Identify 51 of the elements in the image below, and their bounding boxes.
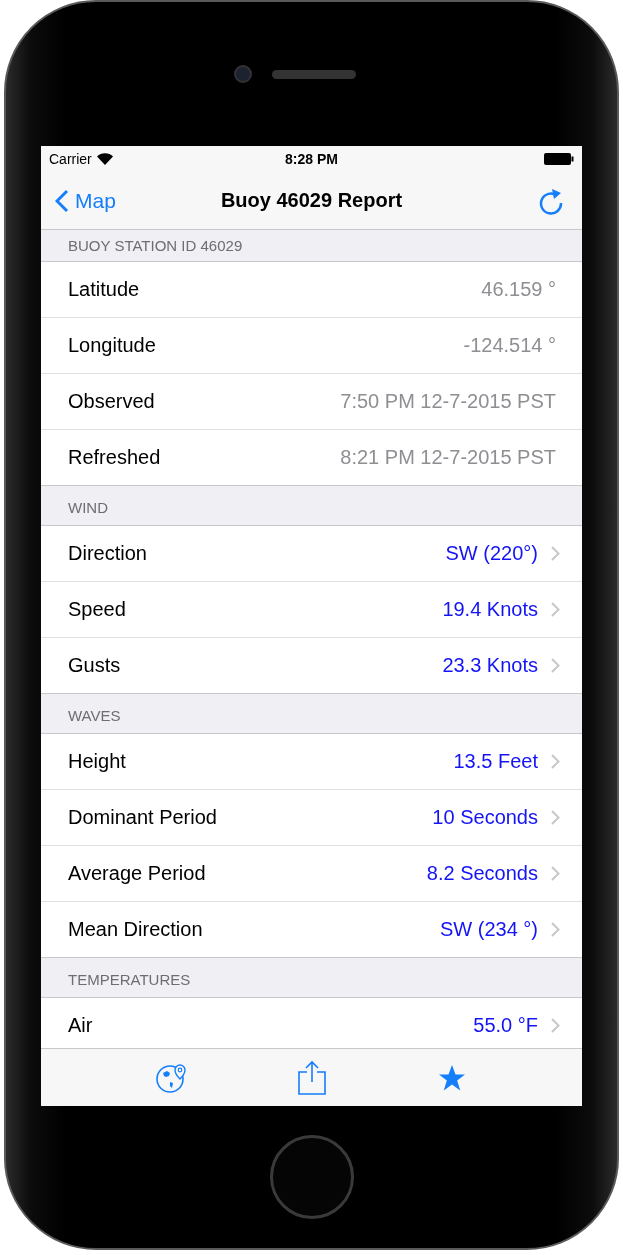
- share-icon: [297, 1059, 328, 1096]
- row-value: SW (220°): [445, 542, 538, 565]
- globe-pin-icon: [155, 1061, 188, 1094]
- row-label: Average Period: [68, 862, 206, 885]
- row-value: 8.2 Seconds: [426, 862, 538, 885]
- chevron-icon: [551, 866, 560, 881]
- chevron-icon: [551, 754, 560, 769]
- wifi-icon: [96, 153, 113, 165]
- section-header: TEMPERATURES: [68, 971, 191, 988]
- chevron-icon: [551, 922, 560, 937]
- table-row[interactable]: Direction SW (220°): [41, 526, 582, 582]
- chevron-icon: [551, 602, 560, 617]
- row-label: Gusts: [68, 654, 121, 677]
- row-value: 7:50 PM 12-7-2015 PST: [340, 390, 556, 413]
- row-value: 23.3 Knots: [442, 654, 538, 677]
- row-value: 55.0 °F: [473, 1014, 538, 1037]
- row-value: -124.514 °: [463, 334, 556, 357]
- chevron-icon: [551, 658, 560, 673]
- row-label: Mean Direction: [68, 918, 203, 941]
- row-label: Observed: [68, 390, 155, 413]
- row-label: Direction: [68, 542, 147, 565]
- carrier-name: Carrier: [49, 151, 92, 167]
- section-header: WAVES: [68, 707, 121, 724]
- back-button[interactable]: Map: [55, 188, 175, 213]
- row-label: Latitude: [68, 278, 140, 301]
- section-header: WIND: [68, 499, 108, 516]
- section-header: BUOY STATION ID 46029: [68, 237, 243, 254]
- status-time: 8:28 PM: [285, 151, 338, 167]
- battery-icon: [544, 153, 574, 165]
- chevron-icon: [551, 810, 560, 825]
- table-row[interactable]: Speed 19.4 Knots: [41, 582, 582, 638]
- row-label: Longitude: [68, 334, 156, 357]
- table-row[interactable]: Height 13.5 Feet: [41, 734, 582, 790]
- row-value: 10 Seconds: [432, 806, 538, 829]
- table-row[interactable]: Dominant Period 10 Seconds: [41, 790, 582, 846]
- row-value: 13.5 Feet: [453, 750, 538, 773]
- row-value: 19.4 Knots: [442, 598, 538, 621]
- row-label: Air: [68, 1014, 93, 1037]
- row-label: Dominant Period: [68, 806, 217, 829]
- nav-title: Buoy 46029 Report: [220, 189, 403, 212]
- row-value: 46.159 °: [481, 278, 556, 301]
- row-label: Refreshed: [68, 446, 161, 469]
- chevron-icon: [551, 546, 560, 561]
- camera: [233, 65, 252, 83]
- row-value: SW (234 °): [439, 918, 538, 941]
- chevron-icon: [551, 1018, 560, 1033]
- back-chevron-icon: [55, 188, 69, 213]
- row-label: Height: [68, 750, 126, 773]
- table-row[interactable]: Average Period 8.2 Seconds: [41, 846, 582, 902]
- row-label: Speed: [68, 598, 126, 621]
- row-value: 8:21 PM 12-7-2015 PST: [340, 446, 556, 469]
